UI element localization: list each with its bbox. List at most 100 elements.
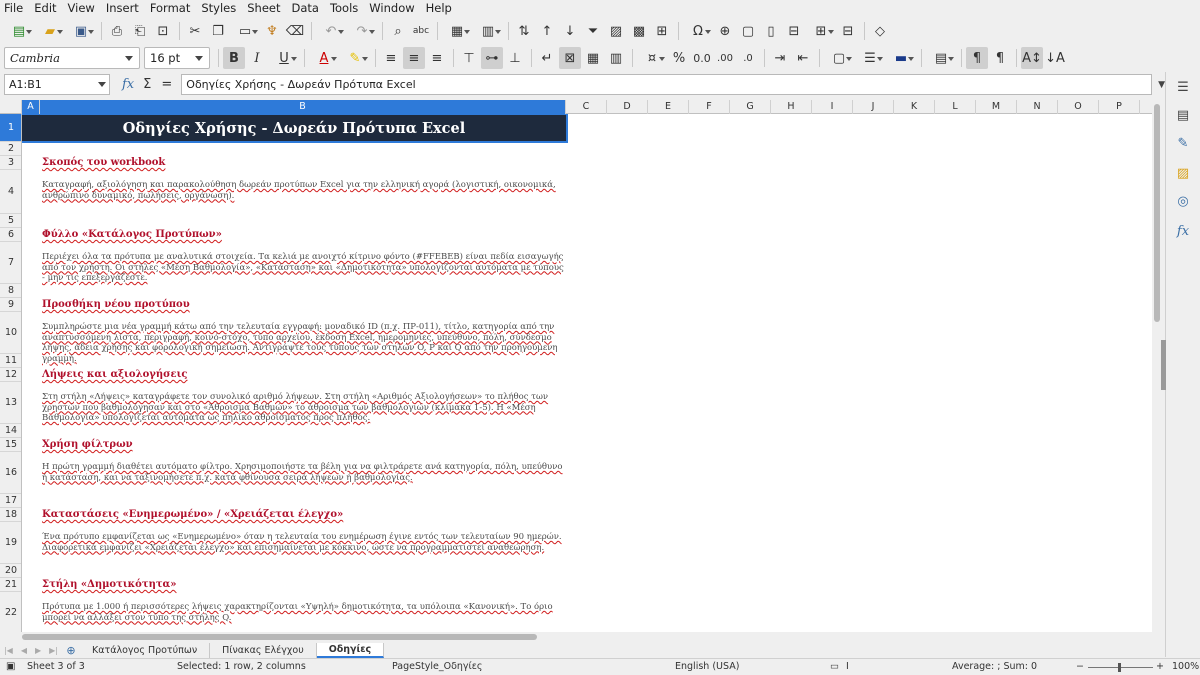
align-top-icon[interactable]: ⊤ [458,47,480,69]
sort-icon[interactable]: ⇅ [513,20,535,42]
add-sheet-icon[interactable]: ⊕ [62,644,80,657]
font-color-icon[interactable]: A [309,47,339,69]
column-header-i[interactable]: I [812,100,853,114]
sidebar-collapse-handle[interactable] [1161,340,1166,390]
print-icon[interactable]: ⎗ [129,20,151,42]
bold-icon[interactable]: B [223,47,245,69]
tab-catalog[interactable]: Κατάλογος Προτύπων [80,642,211,658]
insert-chart-icon[interactable]: ▩ [628,20,650,42]
functions-icon[interactable]: fx [1174,222,1192,240]
column-header-a[interactable]: A [22,100,40,114]
name-box[interactable]: A1:B1 [4,74,110,95]
sort-ascending-icon[interactable]: ↑ [536,20,558,42]
section-body[interactable]: Ένα πρότυπο εμφανίζεται ως «Ενημερωμένο»… [42,532,566,553]
section-heading[interactable]: Καταστάσεις «Ενημερωμένο» / «Χρειάζεται … [42,509,343,520]
zoom-out-icon[interactable]: − [1076,661,1084,672]
delete-decimal-icon[interactable]: .0 [737,47,759,69]
column-header-h[interactable]: H [771,100,812,114]
chevron-down-icon[interactable] [98,82,106,87]
section-body[interactable]: Περιέχει όλα τα πρότυπα με αναλυτικά στο… [42,252,566,284]
right-to-left-icon[interactable]: ¶ [989,47,1011,69]
align-middle-icon[interactable]: ⊶ [481,47,503,69]
row-header-4[interactable]: 4 [0,170,21,214]
insert-image-icon[interactable]: ▨ [605,20,627,42]
menu-item-window[interactable]: Window [365,0,421,17]
left-to-right-icon[interactable]: ¶ [966,47,988,69]
zoom-slider-handle[interactable] [1118,663,1121,672]
column-header-k[interactable]: K [894,100,935,114]
column-header-d[interactable]: D [607,100,648,114]
menu-item-view[interactable]: View [64,0,102,17]
pivot-table-icon[interactable]: ⊞ [651,20,673,42]
row-header-17[interactable]: 17 [0,494,21,508]
highlight-color-icon[interactable]: ✎ [340,47,370,69]
tab-dashboard[interactable]: Πίνακας Ελέγχου [210,642,317,658]
menu-item-styles[interactable]: Styles [197,0,243,17]
row-header-7[interactable]: 7 [0,242,21,284]
percent-format-icon[interactable]: % [668,47,690,69]
row-header-10[interactable]: 10 [0,312,21,354]
section-body[interactable]: Συμπληρώστε μια νέα γραμμή κάτω από την … [42,322,566,364]
redo-icon[interactable]: ↷ [347,20,377,42]
section-body[interactable]: Στη στήλη «Λήψεις» καταγράφετε τον συνολ… [42,392,566,424]
italic-icon[interactable]: I [246,47,268,69]
row-icon[interactable]: ▦ [442,20,472,42]
align-center-icon[interactable]: ≡ [403,47,425,69]
column-header-m[interactable]: M [976,100,1017,114]
column-header-o[interactable]: O [1058,100,1099,114]
row-header-15[interactable]: 15 [0,438,21,452]
expand-formula-bar-icon[interactable]: ▼ [1158,80,1165,90]
column-header-b[interactable]: B [40,100,566,114]
text-direction-horizontal-icon[interactable]: A↕ [1021,47,1043,69]
currency-format-icon[interactable]: ¤ [637,47,667,69]
spelling-icon[interactable]: abc [410,20,432,42]
font-size-combo[interactable]: 16 pt [144,47,210,69]
row-header-21[interactable]: 21 [0,578,21,592]
row-header-20[interactable]: 20 [0,564,21,578]
export-pdf-icon[interactable]: ⎙ [106,20,128,42]
row-header-11[interactable]: 11 [0,354,21,368]
paste-icon[interactable]: ▭ [230,20,260,42]
undo-icon[interactable]: ↶ [316,20,346,42]
column-header-n[interactable]: N [1017,100,1058,114]
clone-formatting-icon[interactable]: ♆ [261,20,283,42]
row-header-18[interactable]: 18 [0,508,21,522]
vertical-scrollbar-thumb[interactable] [1154,104,1160,322]
number-format-icon[interactable]: 0.0 [691,47,713,69]
headers-footers-icon[interactable]: ▯ [760,20,782,42]
section-body[interactable]: Καταγραφή, αξιολόγηση και παρακολούθηση … [42,180,566,201]
save-icon[interactable]: ▣ [66,20,96,42]
merge-center-icon[interactable]: ⊠ [559,47,581,69]
font-name-combo[interactable]: Cambria [4,47,140,69]
freeze-rows-columns-icon[interactable]: ⊞ [806,20,836,42]
column-header-l[interactable]: L [935,100,976,114]
row-header-16[interactable]: 16 [0,452,21,494]
row-header-22[interactable]: 22 [0,592,21,632]
text-direction-vertical-icon[interactable]: ↓A [1044,47,1066,69]
align-left-icon[interactable]: ≡ [380,47,402,69]
column-header-g[interactable]: G [730,100,771,114]
document-modified-icon[interactable]: ▣ [6,661,15,672]
menu-item-format[interactable]: Format [146,0,198,17]
print-preview-icon[interactable]: ⊡ [152,20,174,42]
horizontal-scrollbar[interactable] [0,632,1165,642]
special-character-icon[interactable]: Ω [683,20,713,42]
hyperlink-icon[interactable]: ⊕ [714,20,736,42]
menu-item-edit[interactable]: Edit [30,0,63,17]
conditional-format-icon[interactable]: ▤ [926,47,956,69]
menu-item-data[interactable]: Data [287,0,325,17]
navigator-icon[interactable]: ◎ [1174,192,1192,210]
sheet-title-cell[interactable]: Οδηγίες Χρήσης - Δωρεάν Πρότυπα Excel [22,114,568,143]
add-decimal-icon[interactable]: .00 [714,47,736,69]
tab-instructions[interactable]: Οδηγίες [316,642,385,658]
comment-icon[interactable]: ▢ [737,20,759,42]
border-style-icon[interactable]: ☰ [855,47,885,69]
row-header-1[interactable]: 1 [0,114,21,142]
zoom-in-icon[interactable]: + [1156,661,1164,672]
properties-icon[interactable]: ▤ [1174,106,1192,124]
unmerge-cells-icon[interactable]: ▦ [582,47,604,69]
horizontal-scrollbar-thumb[interactable] [22,634,537,640]
chevron-down-icon[interactable] [119,48,139,68]
column-header-j[interactable]: J [853,100,894,114]
row-header-14[interactable]: 14 [0,424,21,438]
